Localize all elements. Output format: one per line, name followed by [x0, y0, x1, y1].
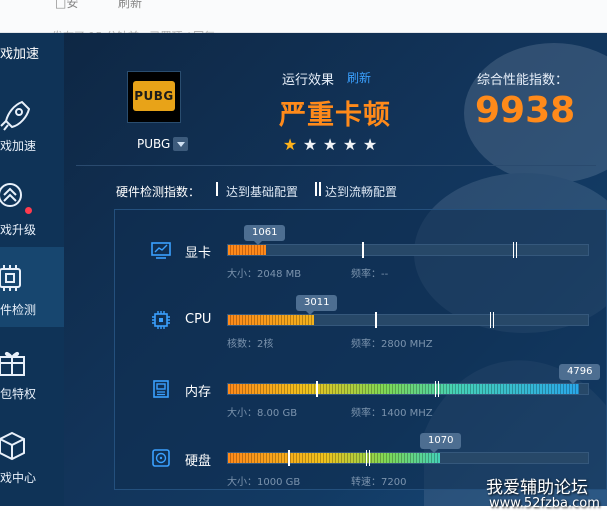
game-logo: PUBG — [127, 71, 181, 123]
top-fragment: 刷新 — [118, 0, 143, 10]
score-label: 综合性能指数： — [477, 73, 569, 88]
sidebar-item-label: 包特权 — [0, 387, 37, 401]
hardware-row-gpu: 显卡 1061 大小：2048 MB 频率：-- — [115, 225, 607, 320]
score-value: 9938 — [475, 90, 576, 131]
memory-size: 大小：8.00 GB — [227, 408, 298, 419]
game-name: PUBG — [137, 137, 171, 151]
hardware-row-memory: 内存 4796 大小：8.00 GB 频率：1400 MHZ — [115, 364, 607, 459]
sidebar-item-game-center[interactable]: 戏中心 — [0, 415, 64, 495]
hardware-row-cpu: CPU 3011 核数：2核 频率：2800 MHZ — [115, 295, 607, 390]
browser-top-strip: □安 刷新 发布了 15 分钟前 · 已置顶 / 回复 — [0, 0, 607, 43]
sidebar-item-upgrade[interactable]: 戏升级 — [0, 167, 64, 247]
sidebar-item-hardware-check[interactable]: 件检测 — [0, 247, 64, 327]
gpu-size: 大小：2048 MB — [227, 269, 302, 280]
rocket-icon — [0, 100, 30, 131]
game-select-dropdown[interactable] — [173, 137, 188, 151]
watermark-title: 我爱辅助论坛 — [486, 478, 588, 498]
effect-label: 运行效果 — [282, 73, 335, 88]
app-window: □安 刷新 发布了 15 分钟前 · 已置顶 / 回复 戏加速 戏加速 戏升级 … — [0, 0, 607, 518]
star-empty-icon: ★ — [362, 135, 378, 154]
cpu-icon — [152, 311, 170, 329]
legend-basic-label: 达到基础配置 — [226, 185, 299, 199]
memory-score-bar: 4796 — [227, 364, 601, 397]
sidebar-item-gift[interactable]: 包特权 — [0, 331, 64, 411]
performance-status: 严重卡顿 — [279, 100, 391, 131]
sidebar-item-label: 戏中心 — [0, 471, 37, 485]
gpu-score-fill — [228, 245, 266, 255]
notification-dot — [25, 207, 32, 214]
gpu-icon — [151, 242, 171, 259]
legend-smooth-label: 达到流畅配置 — [325, 185, 398, 199]
refresh-link[interactable]: 刷新 — [347, 69, 371, 86]
disk-speed: 转速：7200 — [351, 477, 407, 488]
hardware-name: CPU — [185, 312, 212, 327]
divider — [76, 165, 596, 166]
memory-score-fill — [228, 384, 579, 394]
gpu-score-bubble: 1061 — [244, 225, 286, 245]
disk-icon — [152, 449, 170, 467]
game-logo-text: PUBG — [133, 81, 175, 111]
disk-size: 大小：1000 GB — [227, 477, 301, 488]
gpu-score-bar: 1061 — [227, 225, 589, 258]
smooth-marker-icon — [315, 182, 321, 196]
chip-icon — [0, 265, 21, 291]
sidebar-item-label: 戏加速 — [0, 139, 37, 153]
hardware-index-title: 硬件检测指数： — [116, 185, 201, 199]
cpu-score-fill — [228, 315, 315, 325]
cpu-cores: 核数：2核 — [227, 339, 274, 350]
memory-score-bubble: 4796 — [559, 364, 601, 384]
basic-marker — [375, 312, 377, 328]
gift-icon — [0, 351, 25, 376]
smooth-marker — [366, 450, 370, 466]
smooth-marker — [513, 242, 517, 258]
star-empty-icon: ★ — [322, 135, 338, 154]
cube-icon — [0, 431, 25, 461]
basic-marker — [362, 242, 364, 258]
basic-marker — [316, 381, 318, 397]
sidebar-item-accelerate[interactable]: 戏加速 — [0, 83, 64, 163]
sidebar-item-label: 戏升级 — [0, 223, 37, 237]
star-filled-icon: ★ — [282, 135, 298, 154]
basic-marker — [288, 450, 290, 466]
disk-score-fill — [228, 453, 441, 463]
memory-frequency: 频率：1400 MHZ — [351, 408, 433, 419]
star-empty-icon: ★ — [302, 135, 318, 154]
disk-score-bar: 1070 — [227, 433, 589, 466]
main-panel: PUBG PUBG 运行效果 刷新 严重卡顿 ★ ★ ★ ★ ★ 综合性能指数： 993… — [64, 33, 607, 506]
gpu-frequency: 频率：-- — [351, 269, 389, 280]
hardware-name: 硬盘 — [185, 454, 212, 469]
cpu-frequency: 频率：2800 MHZ — [351, 339, 433, 350]
watermark-url: www.52fzba.com — [489, 496, 600, 511]
basic-marker-icon — [216, 182, 224, 196]
smooth-marker — [490, 312, 494, 328]
top-fragment: □安 — [55, 0, 79, 10]
star-empty-icon: ★ — [342, 135, 358, 154]
disk-score-bubble: 1070 — [420, 433, 462, 453]
hardware-name: 显卡 — [185, 246, 212, 261]
cpu-score-bubble: 3011 — [296, 295, 338, 315]
sidebar: 戏加速 戏加速 戏升级 件检测 包特权 戏中心 — [0, 33, 64, 506]
upgrade-icon — [0, 183, 22, 207]
memory-icon — [153, 380, 169, 398]
sidebar-item-label: 件检测 — [0, 303, 37, 317]
cpu-score-bar: 3011 — [227, 295, 589, 328]
sidebar-title: 戏加速 — [0, 47, 40, 62]
smooth-marker — [435, 381, 439, 397]
hardware-panel: 显卡 1061 大小：2048 MB 频率：-- CPU 3011 核数：2核 … — [114, 209, 607, 490]
hardware-name: 内存 — [185, 385, 212, 400]
